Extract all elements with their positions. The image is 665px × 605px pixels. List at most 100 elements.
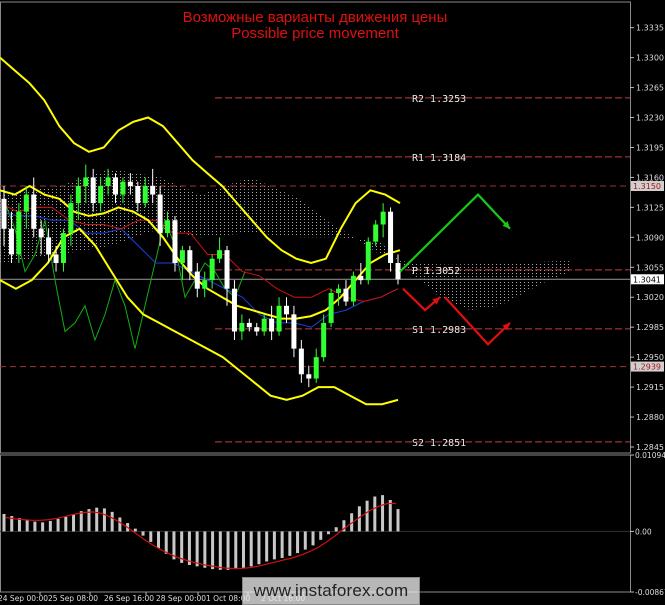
histogram-bar xyxy=(265,531,269,562)
histogram-bar xyxy=(133,528,137,532)
bearish-candle xyxy=(194,271,200,289)
histogram-bar xyxy=(25,520,29,532)
price-tick-label: 1.3125 xyxy=(636,203,664,212)
oscillator-tick-label: -0.00867 xyxy=(635,588,665,597)
histogram-bar xyxy=(288,531,292,556)
histogram-bar xyxy=(164,531,168,554)
histogram-bar xyxy=(203,531,207,568)
bullish-candle xyxy=(350,275,356,302)
bullish-candle xyxy=(336,288,342,293)
price-chart-svg: 1.33351.33001.32651.32301.31951.31601.31… xyxy=(0,1,665,603)
bullish-candle xyxy=(209,258,215,281)
bullish-candle xyxy=(276,305,282,332)
bearish-candle xyxy=(172,220,178,264)
bearish-candle xyxy=(224,250,230,289)
bearish-candle xyxy=(135,185,141,204)
level-label-r2: R2 1.3253 xyxy=(412,94,466,105)
histogram-bar xyxy=(41,522,45,532)
chart-stage: { "title": { "ru": "Возможные варианты д… xyxy=(0,0,665,605)
histogram-bar xyxy=(365,500,369,532)
bearish-candle xyxy=(187,250,193,272)
bullish-candle xyxy=(120,181,126,195)
histogram-bar xyxy=(211,531,215,570)
histogram-bar xyxy=(296,531,300,554)
forecast-arrow-up xyxy=(399,193,511,273)
histogram-bar xyxy=(79,511,83,532)
time-tick-label: 28 Sep 00:00 xyxy=(156,594,206,603)
histogram-bar xyxy=(396,509,400,532)
bearish-candle xyxy=(46,237,52,255)
price-tick-label: 1.3090 xyxy=(636,233,664,242)
bullish-candle xyxy=(313,357,319,379)
histogram-bar xyxy=(241,531,245,569)
bullish-candle xyxy=(83,177,89,186)
bearish-candle xyxy=(38,228,44,238)
bearish-candle xyxy=(31,194,37,229)
bullish-candle xyxy=(373,224,379,242)
histogram-bar xyxy=(118,517,122,532)
histogram-bar xyxy=(187,531,191,565)
bullish-candle xyxy=(202,280,208,289)
bearish-candle xyxy=(298,348,304,375)
bullish-candle xyxy=(365,241,371,281)
histogram-bar xyxy=(334,527,338,532)
bearish-candle xyxy=(157,194,163,234)
histogram-bar xyxy=(226,531,230,570)
bullish-candle xyxy=(261,318,267,332)
bullish-candle xyxy=(105,177,111,186)
bearish-candle xyxy=(358,275,364,281)
histogram-bar xyxy=(95,507,99,532)
histogram-bar xyxy=(272,531,276,560)
price-tick-label: 1.3265 xyxy=(636,84,664,93)
price-label: 1.3150 xyxy=(633,182,661,191)
time-tick-label: 26 Sep 16:00 xyxy=(104,594,154,603)
signal-line xyxy=(5,502,396,570)
bullish-candle xyxy=(16,211,22,255)
histogram-bar xyxy=(326,531,330,535)
price-tick-label: 1.2880 xyxy=(636,413,664,422)
bearish-candle xyxy=(1,198,7,229)
histogram-bar xyxy=(56,518,60,532)
bullish-candle xyxy=(98,185,104,204)
histogram-bar xyxy=(149,531,153,542)
histogram-bar xyxy=(234,531,238,570)
oscillator-tick-label: 0.00 xyxy=(635,527,652,536)
bullish-candle xyxy=(328,292,334,323)
price-tick-label: 1.3300 xyxy=(636,54,664,63)
bullish-candle xyxy=(68,203,74,234)
bearish-candle xyxy=(343,288,349,302)
current-price-label: 1.3041 xyxy=(633,275,661,284)
bullish-candle xyxy=(380,211,386,225)
price-tick-label: 1.2950 xyxy=(636,353,664,362)
bearish-candle xyxy=(291,314,297,349)
histogram-bar xyxy=(249,531,253,567)
bullish-candle xyxy=(321,322,327,358)
instaforex-watermark: www.instaforex.com xyxy=(242,577,420,605)
bearish-candle xyxy=(150,185,156,195)
histogram-bar xyxy=(319,531,323,540)
price-tick-label: 1.2915 xyxy=(636,383,664,392)
bearish-candle xyxy=(113,177,119,195)
bullish-candle xyxy=(165,220,171,234)
bearish-candle xyxy=(306,374,312,379)
histogram-bar xyxy=(33,521,37,532)
bullish-candle xyxy=(239,322,245,332)
bearish-candle xyxy=(53,254,59,264)
bearish-candle xyxy=(269,318,275,332)
histogram-bar xyxy=(381,495,385,532)
price-label: 1.2939 xyxy=(633,363,661,372)
bearish-candle xyxy=(90,177,96,204)
histogram-bar xyxy=(157,531,161,549)
price-tick-label: 1.3335 xyxy=(636,24,664,33)
histogram-bar xyxy=(48,520,52,532)
bearish-candle xyxy=(246,322,252,328)
price-tick-label: 1.3055 xyxy=(636,263,664,272)
bearish-candle xyxy=(8,228,14,255)
bullish-candle xyxy=(23,194,29,212)
bollinger-lower-band xyxy=(0,227,399,406)
time-tick-label: 24 Sep 00:00 xyxy=(0,594,48,603)
histogram-bar xyxy=(102,508,106,532)
histogram-bar xyxy=(195,531,199,567)
histogram-bar xyxy=(72,513,76,532)
histogram-bar xyxy=(303,531,307,550)
